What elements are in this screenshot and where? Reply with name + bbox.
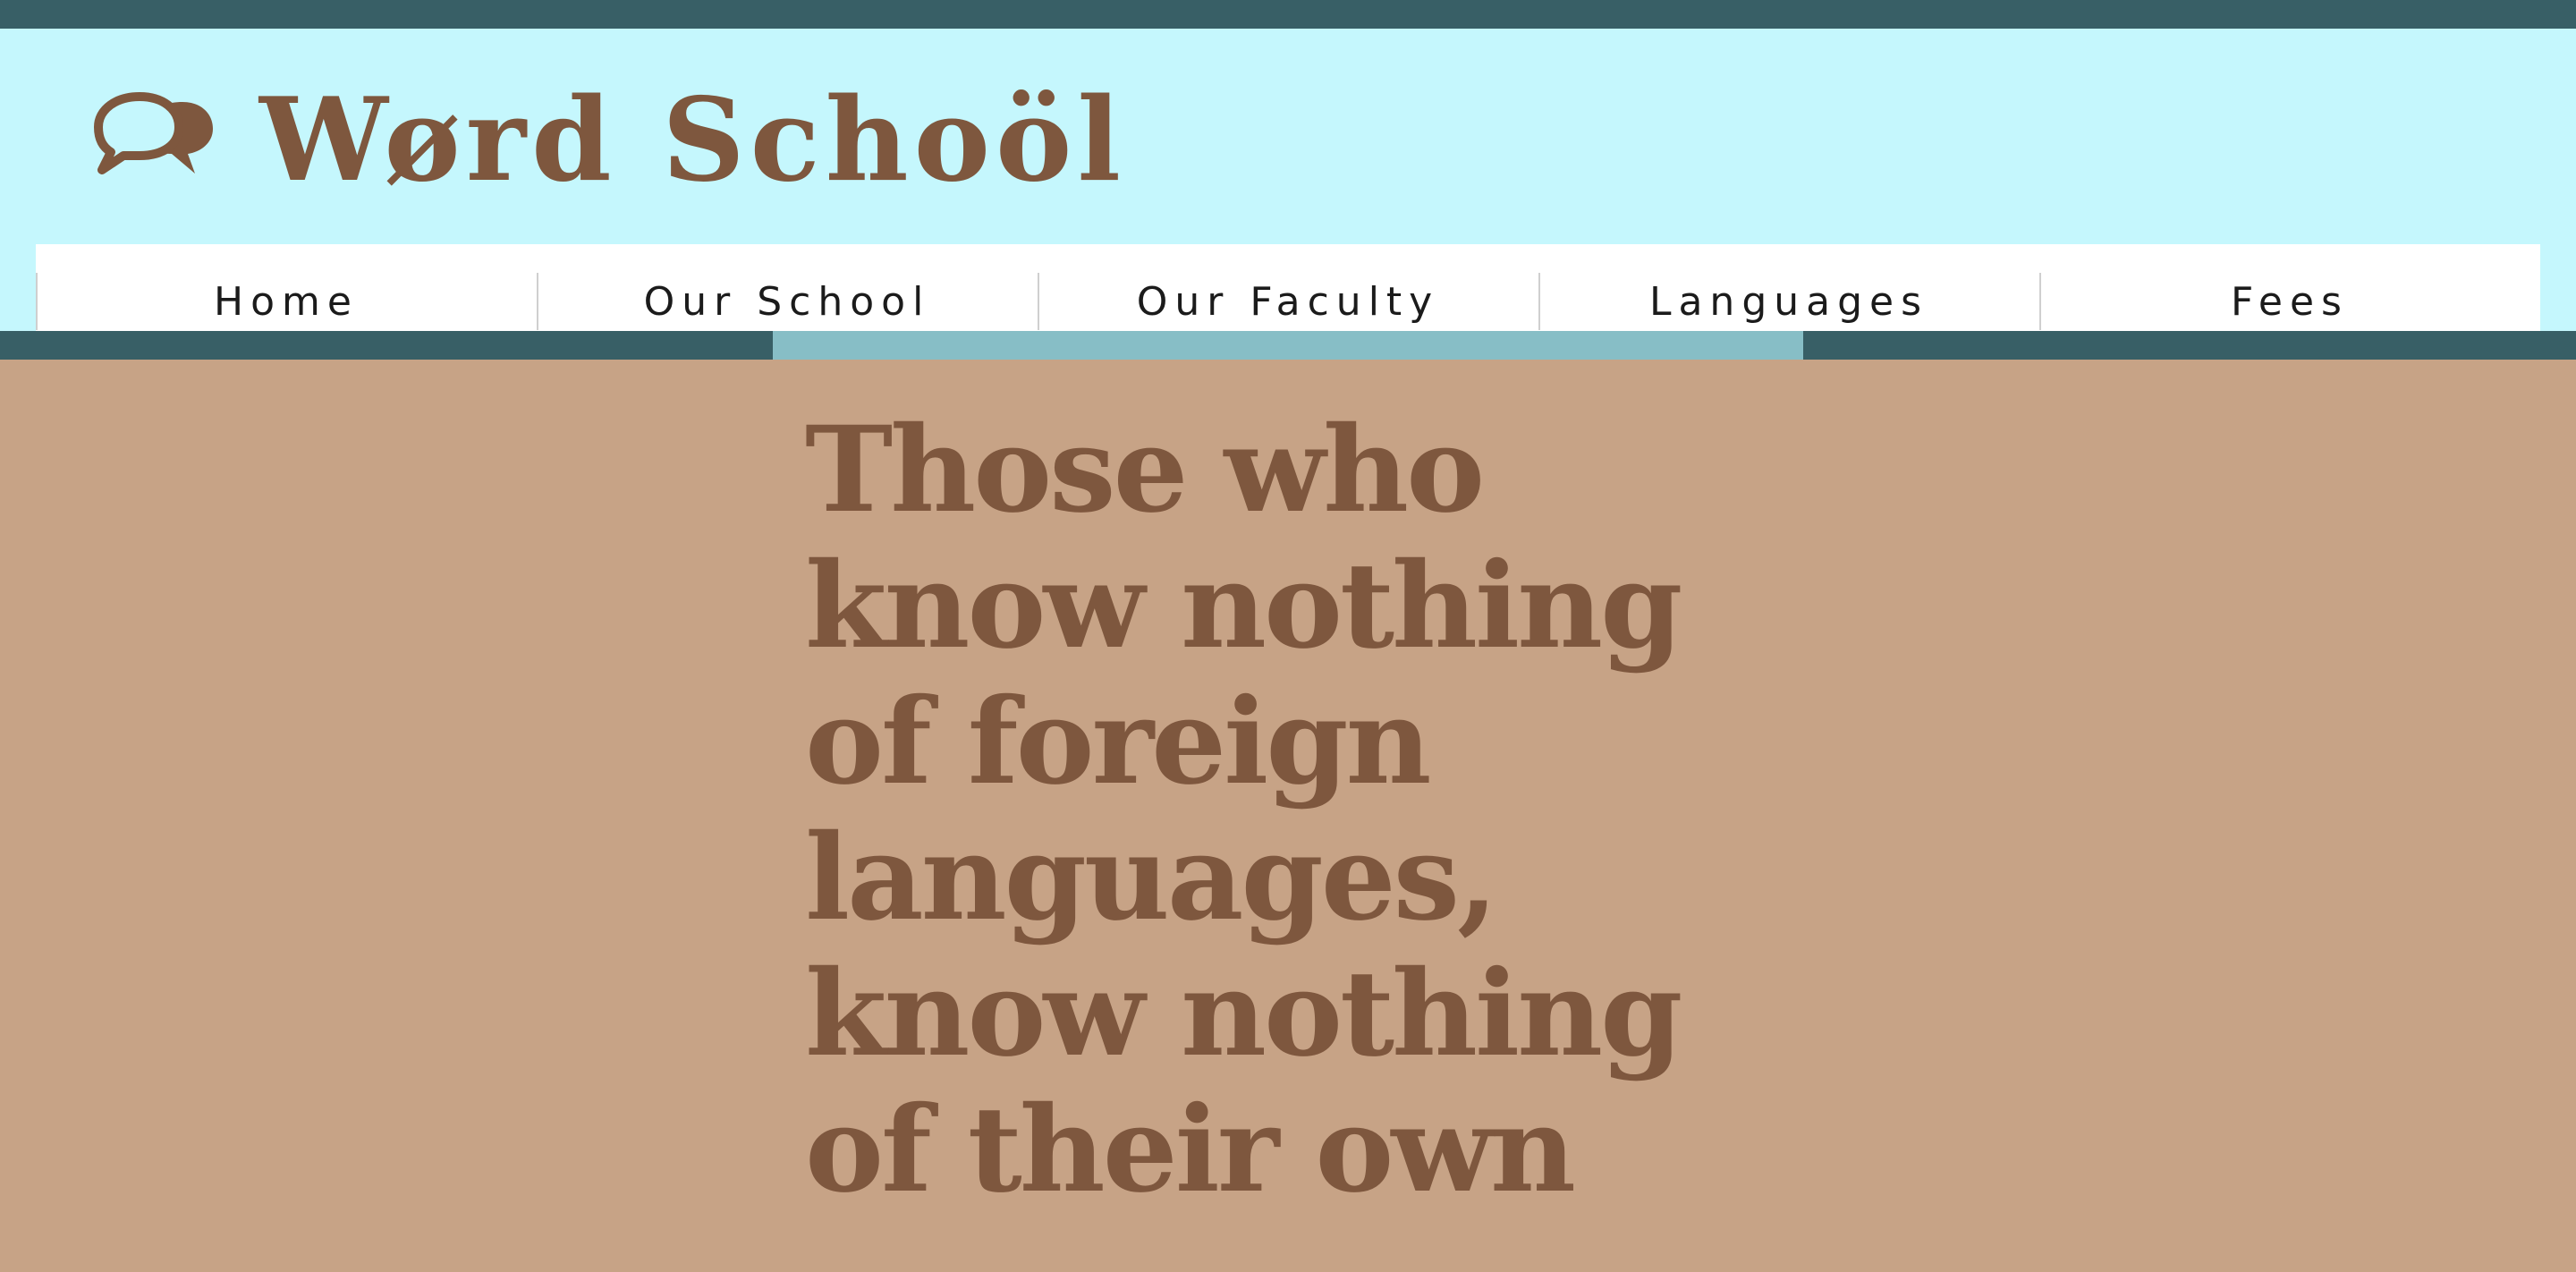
nav-item-label: Fees: [2231, 278, 2349, 325]
speech-bubbles-icon: [94, 92, 213, 174]
site-header: Wørd Schoöl Home Our School Our Faculty …: [0, 29, 2576, 359]
active-indicator: [773, 331, 1803, 360]
top-accent-bar: [0, 0, 2576, 29]
nav-indicator-strip: [0, 331, 2576, 360]
nav-item-label: Our School: [643, 278, 931, 325]
hero-quote: Those who know nothing of foreign langua…: [805, 401, 1682, 1219]
hero-section: Those who know nothing of foreign langua…: [0, 360, 2576, 1272]
site-title: Wørd Schoöl: [259, 73, 1126, 208]
nav-item-label: Languages: [1648, 278, 1929, 325]
nav-item-label: Home: [214, 278, 359, 325]
site-logo[interactable]: Wørd Schoöl: [89, 64, 1126, 216]
nav-item-label: Our Faculty: [1136, 278, 1440, 325]
